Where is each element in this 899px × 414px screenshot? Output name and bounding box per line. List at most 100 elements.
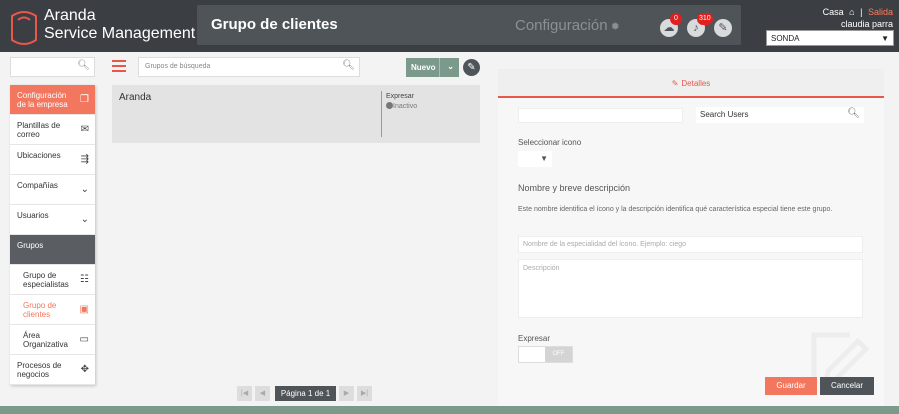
prev-page-button[interactable]: ◀ — [255, 386, 270, 401]
last-page-button[interactable]: ▶| — [357, 386, 372, 401]
edit-watermark-icon — [811, 332, 870, 385]
brand: Aranda Service Management — [44, 8, 195, 42]
status-badge: Inactivo — [386, 102, 417, 110]
cloud-icon[interactable]: ☁ 0 — [660, 13, 682, 37]
page-title: Grupo de clientes — [211, 16, 338, 33]
chevron-down-icon: ⌄ — [80, 214, 89, 225]
group-search-input[interactable]: Grupos de búsqueda 🔍︎ — [138, 57, 360, 77]
icon-select[interactable]: ▼ — [518, 151, 552, 167]
bottom-bar — [0, 406, 899, 414]
details-panel: ✎ Detalles Search Users 🔍︎ Seleccionar ic… — [498, 69, 884, 406]
project-select[interactable]: SONDA ▼ — [766, 30, 894, 46]
config-label: Configuración — [515, 17, 608, 34]
next-page-button[interactable]: ▶ — [339, 386, 354, 401]
title-bar: Grupo de clientes Configuración ✹ ☁ 0 ♪ 310… — [197, 5, 741, 45]
logout-link[interactable]: Salida — [868, 7, 893, 17]
sidebar-item-label: Grupo de especialistas — [23, 271, 69, 290]
org-icon: ▭ — [79, 334, 89, 345]
description-textarea[interactable]: Descripción — [518, 259, 863, 318]
search-users-label: Search Users — [700, 110, 749, 119]
new-button-label: Nuevo — [411, 63, 436, 72]
new-button[interactable]: Nuevo ⌄ — [406, 58, 459, 77]
expire-label: Expresar — [518, 334, 551, 343]
sidebar-search-input[interactable]: 🔍︎ — [10, 57, 95, 77]
gear-icon: ✹ — [610, 21, 620, 33]
save-button[interactable]: Guardar — [765, 377, 817, 395]
cloud-badge: 0 — [670, 13, 682, 25]
chevron-down-icon: ⌄ — [80, 184, 89, 195]
home-link[interactable]: Casa ⌂ — [820, 7, 855, 17]
sidebar-item-label: Área Organizativa — [23, 331, 68, 350]
signpost-icon: ⇶ — [80, 154, 89, 165]
tools-icon[interactable]: ✎ — [714, 19, 732, 37]
status-dot-icon — [386, 102, 393, 109]
description-placeholder: Descripción — [523, 265, 560, 272]
search-icon: 🔍︎ — [847, 108, 860, 119]
sidebar-item-org-area[interactable]: Área Organizativa ▭ — [10, 325, 95, 355]
sidebar-item-client-group[interactable]: Grupo de clientes ▣ — [10, 295, 95, 325]
group-search-placeholder: Grupos de búsqueda — [145, 63, 211, 70]
expire-label: Expresar — [386, 93, 415, 100]
process-icon: ✥ — [80, 364, 89, 375]
app-header: Aranda Service Management Grupo de clien… — [0, 0, 899, 52]
page-indicator: Página 1 de 1 — [275, 386, 336, 401]
search-icon: 🔍︎ — [342, 60, 355, 71]
user-name: claudia parra — [840, 19, 893, 29]
copy-icon: ❐ — [80, 94, 89, 105]
wrench-icon[interactable]: ✎ — [463, 59, 480, 76]
config-link[interactable]: Configuración ✹ — [515, 17, 620, 34]
sidebar-item-groups[interactable]: Grupos — [10, 235, 95, 265]
cancel-button[interactable]: Cancelar — [820, 377, 874, 395]
group-name: Aranda — [119, 92, 152, 103]
home-label: Casa — [822, 7, 844, 17]
user-box: Casa ⌂ | Salida claudia parra — [817, 7, 893, 29]
divider — [381, 91, 382, 137]
sidebar-menu: Configuración de la empresa ❐ Plantillas … — [10, 85, 95, 385]
sidebar-item-business-processes[interactable]: Procesos de negocios ✥ — [10, 355, 95, 385]
first-page-button[interactable]: |◀ — [237, 386, 252, 401]
sidebar-item-locations[interactable]: Ubicaciones ⇶ — [10, 145, 95, 175]
brand-line1: Aranda — [44, 7, 96, 24]
sidebar-item-companies[interactable]: Compañías ⌄ — [10, 175, 95, 205]
sidebar-item-company-config[interactable]: Configuración de la empresa ❐ — [10, 85, 95, 115]
bell-icon[interactable]: ♪ 310 — [687, 13, 713, 37]
sidebar-item-mail-templates[interactable]: Plantillas de correo ✉ — [10, 115, 95, 145]
tab-details[interactable]: ✎ Detalles — [498, 70, 884, 98]
sidebar-item-label: Plantillas de correo — [17, 121, 61, 140]
tab-details-label: Detalles — [681, 79, 711, 88]
sidebar-item-label: Grupo de clientes — [23, 301, 57, 320]
sidebar-item-label: Grupos — [17, 241, 44, 250]
status-text: Inactivo — [393, 103, 418, 110]
group-list: Aranda Expresar Inactivo — [112, 85, 480, 143]
sidebar-item-label: Configuración de la empresa — [17, 91, 68, 110]
section-title: Nombre y breve descripción — [518, 183, 631, 193]
people-icon: ☷ — [80, 274, 89, 285]
expire-toggle[interactable]: OFF — [518, 346, 573, 363]
icon-name-placeholder: Nombre de la especialidad del ícono. Eje… — [523, 241, 687, 248]
aranda-logo-icon — [11, 11, 37, 45]
caret-down-icon: ▼ — [881, 34, 889, 43]
separator: | — [860, 7, 863, 17]
chevron-down-icon: ⌄ — [447, 62, 454, 71]
brand-line2: Service Management — [44, 25, 196, 42]
sidebar-item-label: Procesos de negocios — [17, 361, 62, 380]
section-description: Este nombre identifica el ícono y la des… — [518, 206, 833, 213]
sidebar-item-label: Usuarios — [17, 211, 49, 220]
select-icon-label: Seleccionar icono — [518, 138, 582, 147]
group-name-input[interactable] — [518, 108, 683, 123]
sidebar-item-label: Compañías — [17, 181, 58, 190]
hamburger-icon[interactable] — [112, 60, 126, 72]
sidebar-item-specialist-group[interactable]: Grupo de especialistas ☷ — [10, 265, 95, 295]
divider — [439, 58, 440, 77]
search-users-input[interactable]: Search Users 🔍︎ — [696, 107, 864, 123]
sidebar-item-label: Ubicaciones — [17, 151, 61, 160]
sidebar-item-users[interactable]: Usuarios ⌄ — [10, 205, 95, 235]
search-icon: 🔍︎ — [77, 60, 90, 71]
toggle-state: OFF — [545, 347, 572, 362]
mail-icon: ✉ — [80, 124, 89, 135]
client-group-icon: ▣ — [79, 304, 89, 315]
home-icon: ⌂ — [849, 7, 855, 17]
bell-badge: 310 — [697, 13, 713, 25]
icon-name-input[interactable]: Nombre de la especialidad del ícono. Eje… — [518, 236, 863, 253]
edit-icon: ✎ — [671, 79, 679, 88]
